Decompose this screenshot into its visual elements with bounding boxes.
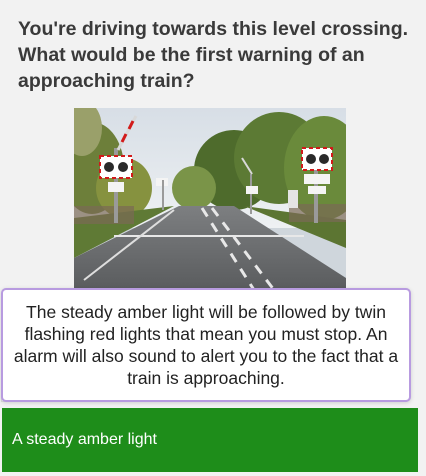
question-text: You're driving towards this level crossi…	[18, 18, 409, 92]
level-crossing-image	[74, 108, 346, 290]
answer-label: A steady amber light	[12, 431, 157, 448]
explanation-text: The steady amber light will be followed …	[13, 302, 399, 388]
explanation-popup: The steady amber light will be followed …	[1, 288, 411, 402]
answer-option-correct[interactable]: A steady amber light	[2, 408, 418, 472]
